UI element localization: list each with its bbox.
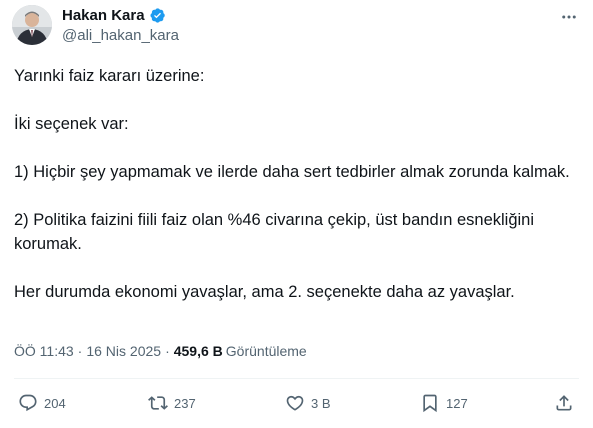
like-button[interactable]: 3 B (285, 385, 331, 421)
tweet-meta: ÖÖ 11:43 · 16 Nis 2025 · 459,6 B Görüntü… (14, 343, 307, 359)
like-count: 3 B (311, 395, 331, 411)
share-icon (556, 395, 572, 411)
tweet-line: 1) Hiçbir şey yapmamak ve ilerde daha se… (14, 163, 570, 181)
author-handle[interactable]: @ali_hakan_kara (62, 27, 179, 44)
divider (14, 378, 579, 379)
tweet-text: Yarınki faiz kararı üzerine: İki seçenek… (14, 64, 574, 304)
reply-count: 204 (44, 395, 66, 411)
action-bar: 204 237 3 B 127 (14, 385, 579, 421)
share-button[interactable] (554, 385, 574, 421)
meta-separator: · (77, 343, 83, 359)
repost-button[interactable]: 237 (148, 385, 196, 421)
heart-icon (286, 395, 304, 411)
repost-icon (148, 396, 168, 410)
meta-separator: · (165, 343, 170, 359)
views-count[interactable]: 459,6 B (174, 343, 223, 359)
bookmark-icon (423, 394, 437, 413)
repost-count: 237 (174, 395, 196, 411)
author-display-name[interactable]: Hakan Kara (62, 7, 145, 24)
avatar[interactable] (12, 5, 52, 45)
views-label: Görüntüleme (225, 343, 307, 359)
verified-badge-icon (149, 7, 166, 24)
tweet-date[interactable]: 16 Nis 2025 (86, 343, 161, 359)
bookmark-button[interactable]: 127 (420, 385, 468, 421)
author-name-row: Hakan Kara (62, 7, 166, 24)
tweet-line: Yarınki faiz kararı üzerine: (14, 67, 205, 85)
reply-icon (19, 394, 37, 412)
tweet-line: 2) Politika faizini fiili faiz olan %46 … (14, 211, 535, 253)
tweet: Hakan Kara @ali_hakan_kara Yarınki faiz … (0, 0, 593, 428)
tweet-line: Her durumda ekonomi yavaşlar, ama 2. seç… (14, 283, 515, 301)
bookmark-count: 127 (446, 395, 468, 411)
avatar-image (12, 5, 52, 45)
more-icon[interactable] (558, 8, 580, 26)
tweet-time[interactable]: ÖÖ 11:43 (14, 343, 74, 359)
tweet-line: İki seçenek var: (14, 115, 129, 133)
reply-button[interactable]: 204 (18, 385, 66, 421)
